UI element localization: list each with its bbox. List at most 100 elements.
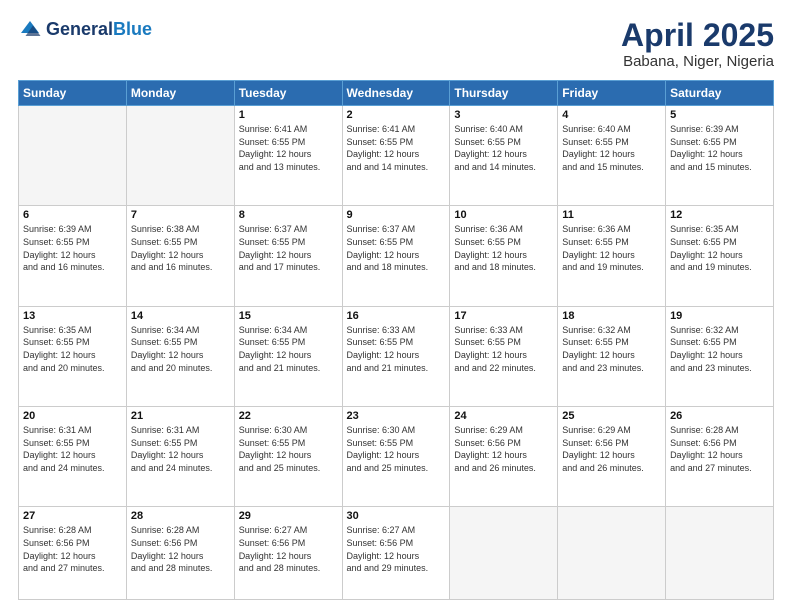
calendar-cell: 6 Sunrise: 6:39 AMSunset: 6:55 PMDaylight… (19, 206, 127, 306)
calendar-cell: 15 Sunrise: 6:34 AMSunset: 6:55 PMDayligh… (234, 306, 342, 406)
calendar-cell: 4 Sunrise: 6:40 AMSunset: 6:55 PMDaylight… (558, 106, 666, 206)
calendar-header-thursday: Thursday (450, 81, 558, 106)
calendar-cell: 9 Sunrise: 6:37 AMSunset: 6:55 PMDaylight… (342, 206, 450, 306)
day-number: 10 (454, 209, 553, 221)
calendar-cell: 3Sunrise: 6:40 AMSunset: 6:55 PMDaylight… (450, 106, 558, 206)
day-number: 23 (347, 410, 446, 422)
day-info: Sunrise: 6:35 AMSunset: 6:55 PMDaylight:… (670, 223, 769, 273)
day-info: Sunrise: 6:39 AMSunset: 6:55 PMDaylight:… (23, 223, 122, 273)
day-info: Sunrise: 6:39 AMSunset: 6:55 PMDaylight:… (670, 123, 769, 173)
day-number: 26 (670, 410, 769, 422)
day-info: Sunrise: 6:29 AMSunset: 6:56 PMDaylight:… (562, 424, 661, 474)
calendar-week-row-4: 20 Sunrise: 6:31 AMSunset: 6:55 PMDayligh… (19, 407, 774, 507)
day-number: 2 (347, 109, 446, 121)
location: Babana, Niger, Nigeria (621, 53, 774, 70)
day-info: Sunrise: 6:40 AMSunset: 6:55 PMDaylight:… (562, 123, 661, 173)
day-number: 14 (131, 310, 230, 322)
day-number: 6 (23, 209, 122, 221)
calendar-cell: 21 Sunrise: 6:31 AMSunset: 6:55 PMDayligh… (126, 407, 234, 507)
day-number: 29 (239, 510, 338, 522)
calendar-week-row-1: 1 Sunrise: 6:41 AMSunset: 6:55 PMDaylight… (19, 106, 774, 206)
day-info: Sunrise: 6:27 AMSunset: 6:56 PMDaylight:… (347, 524, 446, 574)
calendar-cell: 13 Sunrise: 6:35 AMSunset: 6:55 PMDayligh… (19, 306, 127, 406)
calendar-week-row-2: 6 Sunrise: 6:39 AMSunset: 6:55 PMDaylight… (19, 206, 774, 306)
day-number: 13 (23, 310, 122, 322)
day-info: Sunrise: 6:32 AMSunset: 6:55 PMDaylight:… (670, 324, 769, 374)
calendar-cell: 29 Sunrise: 6:27 AMSunset: 6:56 PMDayligh… (234, 507, 342, 600)
day-number: 12 (670, 209, 769, 221)
calendar-cell: 5 Sunrise: 6:39 AMSunset: 6:55 PMDaylight… (666, 106, 774, 206)
calendar-header-friday: Friday (558, 81, 666, 106)
day-number: 8 (239, 209, 338, 221)
day-number: 15 (239, 310, 338, 322)
day-info: Sunrise: 6:31 AMSunset: 6:55 PMDaylight:… (23, 424, 122, 474)
calendar-cell: 8 Sunrise: 6:37 AMSunset: 6:55 PMDaylight… (234, 206, 342, 306)
calendar-cell: 18Sunrise: 6:32 AMSunset: 6:55 PMDayligh… (558, 306, 666, 406)
day-number: 5 (670, 109, 769, 121)
title-block: April 2025 Babana, Niger, Nigeria (621, 18, 774, 70)
logo-text: GeneralBlue (46, 20, 152, 40)
calendar-header-row: SundayMondayTuesdayWednesdayThursdayFrid… (19, 81, 774, 106)
calendar-header-wednesday: Wednesday (342, 81, 450, 106)
calendar-cell: 2 Sunrise: 6:41 AMSunset: 6:55 PMDaylight… (342, 106, 450, 206)
header: GeneralBlue April 2025 Babana, Niger, Ni… (18, 18, 774, 70)
day-number: 27 (23, 510, 122, 522)
day-info: Sunrise: 6:37 AMSunset: 6:55 PMDaylight:… (347, 223, 446, 273)
calendar-cell: 10 Sunrise: 6:36 AMSunset: 6:55 PMDayligh… (450, 206, 558, 306)
day-info: Sunrise: 6:28 AMSunset: 6:56 PMDaylight:… (131, 524, 230, 574)
day-number: 4 (562, 109, 661, 121)
calendar-cell (666, 507, 774, 600)
day-info: Sunrise: 6:37 AMSunset: 6:55 PMDaylight:… (239, 223, 338, 273)
day-number: 7 (131, 209, 230, 221)
day-info: Sunrise: 6:33 AMSunset: 6:55 PMDaylight:… (454, 324, 553, 374)
day-info: Sunrise: 6:35 AMSunset: 6:55 PMDaylight:… (23, 324, 122, 374)
calendar-week-row-5: 27 Sunrise: 6:28 AMSunset: 6:56 PMDayligh… (19, 507, 774, 600)
day-info: Sunrise: 6:34 AMSunset: 6:55 PMDaylight:… (131, 324, 230, 374)
day-info: Sunrise: 6:32 AMSunset: 6:55 PMDaylight:… (562, 324, 661, 374)
calendar-cell: 11 Sunrise: 6:36 AMSunset: 6:55 PMDayligh… (558, 206, 666, 306)
day-number: 1 (239, 109, 338, 121)
day-number: 17 (454, 310, 553, 322)
calendar-table: SundayMondayTuesdayWednesdayThursdayFrid… (18, 80, 774, 600)
day-number: 16 (347, 310, 446, 322)
day-number: 22 (239, 410, 338, 422)
day-info: Sunrise: 6:41 AMSunset: 6:55 PMDaylight:… (239, 123, 338, 173)
day-number: 20 (23, 410, 122, 422)
day-info: Sunrise: 6:31 AMSunset: 6:55 PMDaylight:… (131, 424, 230, 474)
calendar-week-row-3: 13 Sunrise: 6:35 AMSunset: 6:55 PMDayligh… (19, 306, 774, 406)
day-info: Sunrise: 6:27 AMSunset: 6:56 PMDaylight:… (239, 524, 338, 574)
calendar-cell: 27Sunrise: 6:28 AMSunset: 6:56 PMDayligh… (19, 507, 127, 600)
day-info: Sunrise: 6:38 AMSunset: 6:55 PMDaylight:… (131, 223, 230, 273)
day-info: Sunrise: 6:41 AMSunset: 6:55 PMDaylight:… (347, 123, 446, 173)
day-number: 28 (131, 510, 230, 522)
logo: GeneralBlue (18, 18, 152, 42)
day-info: Sunrise: 6:36 AMSunset: 6:55 PMDaylight:… (562, 223, 661, 273)
day-number: 19 (670, 310, 769, 322)
calendar-header-tuesday: Tuesday (234, 81, 342, 106)
day-info: Sunrise: 6:36 AMSunset: 6:55 PMDaylight:… (454, 223, 553, 273)
day-number: 21 (131, 410, 230, 422)
day-number: 24 (454, 410, 553, 422)
day-info: Sunrise: 6:28 AMSunset: 6:56 PMDaylight:… (670, 424, 769, 474)
calendar-cell: 23Sunrise: 6:30 AMSunset: 6:55 PMDayligh… (342, 407, 450, 507)
calendar-header-monday: Monday (126, 81, 234, 106)
calendar-cell: 12 Sunrise: 6:35 AMSunset: 6:55 PMDayligh… (666, 206, 774, 306)
calendar-cell: 7 Sunrise: 6:38 AMSunset: 6:55 PMDaylight… (126, 206, 234, 306)
day-number: 9 (347, 209, 446, 221)
day-number: 3 (454, 109, 553, 121)
calendar-cell: 19 Sunrise: 6:32 AMSunset: 6:55 PMDayligh… (666, 306, 774, 406)
calendar-cell: 25 Sunrise: 6:29 AMSunset: 6:56 PMDayligh… (558, 407, 666, 507)
calendar-header-saturday: Saturday (666, 81, 774, 106)
logo-icon (18, 18, 42, 42)
day-number: 30 (347, 510, 446, 522)
day-number: 25 (562, 410, 661, 422)
day-number: 11 (562, 209, 661, 221)
calendar-cell: 22Sunrise: 6:30 AMSunset: 6:55 PMDayligh… (234, 407, 342, 507)
calendar-cell: 16Sunrise: 6:33 AMSunset: 6:55 PMDayligh… (342, 306, 450, 406)
day-info: Sunrise: 6:29 AMSunset: 6:56 PMDaylight:… (454, 424, 553, 474)
calendar-cell (450, 507, 558, 600)
day-info: Sunrise: 6:34 AMSunset: 6:55 PMDaylight:… (239, 324, 338, 374)
calendar-cell (19, 106, 127, 206)
calendar-cell: 14 Sunrise: 6:34 AMSunset: 6:55 PMDayligh… (126, 306, 234, 406)
calendar-cell: 28 Sunrise: 6:28 AMSunset: 6:56 PMDayligh… (126, 507, 234, 600)
